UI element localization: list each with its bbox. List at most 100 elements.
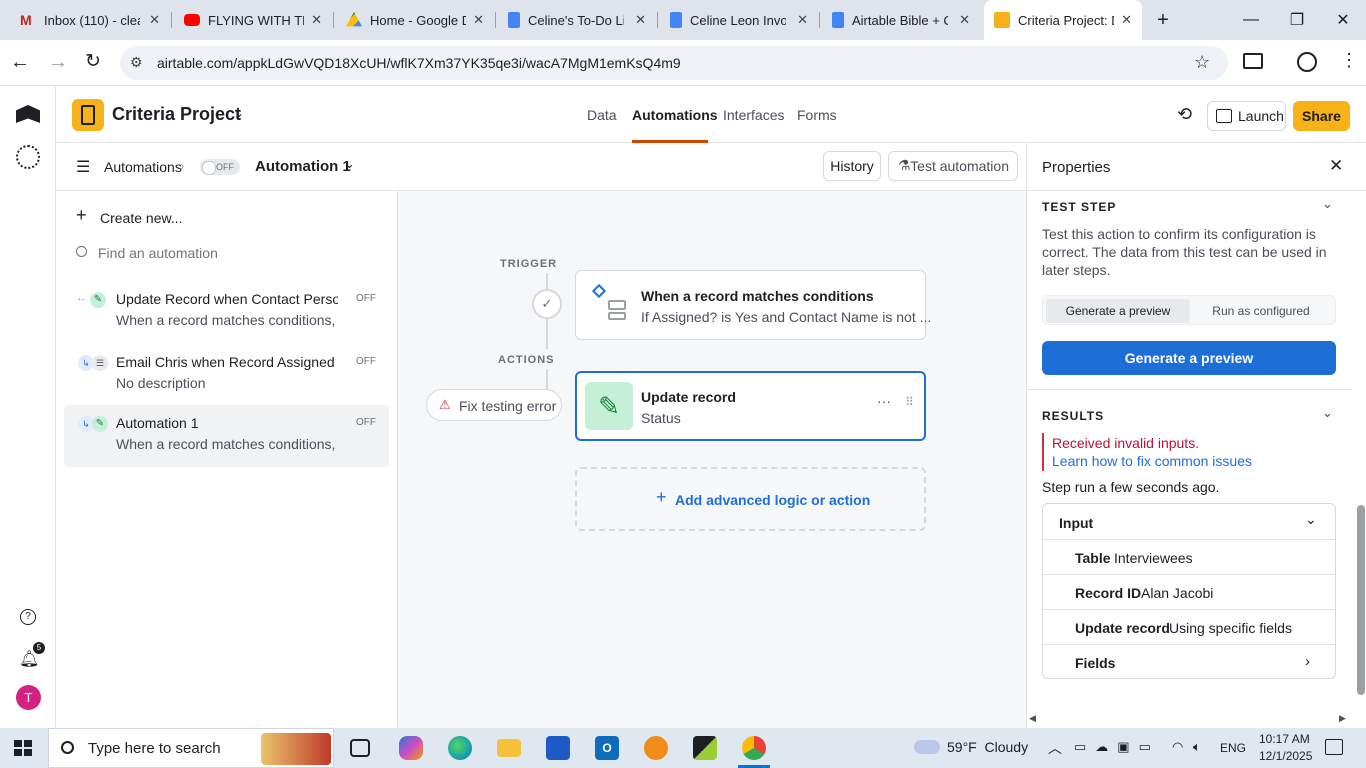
menu-dots-icon[interactable]: ⋮ [1340, 50, 1358, 71]
generate-preview-option[interactable]: Generate a preview [1046, 299, 1190, 323]
tray-icons[interactable]: ▭☁▣▭ [1074, 739, 1160, 755]
clock-date[interactable]: 12/1/2025 [1259, 749, 1312, 763]
input-row-update-record: Update record Using specific fields [1043, 609, 1335, 644]
close-icon[interactable]: ✕ [149, 12, 160, 28]
list-item[interactable]: ↳ ✎ Automation 1 When a record matches c… [64, 405, 389, 467]
add-advanced-logic-button[interactable]: + Add advanced logic or action [575, 467, 926, 531]
tab-title: Inbox (110) - clea [44, 12, 140, 28]
history-clock-icon[interactable]: ⟲ [1177, 104, 1192, 125]
tab-forms[interactable]: Forms [797, 107, 837, 123]
browser-tab-gmail[interactable]: M Inbox (110) - clea ✕ [0, 0, 170, 40]
hamburger-menu-icon[interactable]: ☰ [76, 157, 90, 177]
browser-tab-youtube[interactable]: FLYING WITH THE ✕ [172, 0, 332, 40]
chevron-down-icon[interactable]: ⌄ [1305, 511, 1317, 528]
drag-handle-icon[interactable]: ⠿ [905, 395, 914, 409]
create-new-button[interactable]: Create new... [100, 210, 183, 226]
list-item[interactable]: ↳ ☰ Email Chris when Record Assigned C..… [64, 344, 389, 406]
generate-preview-button[interactable]: Generate a preview [1042, 341, 1336, 375]
list-item[interactable]: ·· ✎ Update Record when Contact Person..… [64, 281, 389, 343]
browser-tab-airtable-bible[interactable]: Airtable Bible + C ✕ [820, 0, 980, 40]
launch-label: Launch [1238, 108, 1284, 124]
clock-time[interactable]: 10:17 AM [1259, 732, 1310, 746]
vpn-icon[interactable] [644, 736, 668, 760]
action-card-update-record[interactable]: ✎ Update record Status ··· ⠿ [575, 371, 926, 441]
file-explorer-icon[interactable] [497, 739, 521, 757]
weather-status[interactable]: 59°F Cloudy [947, 739, 1028, 755]
base-icon[interactable] [72, 99, 104, 131]
sticky-notes-icon[interactable] [693, 736, 717, 760]
back-icon[interactable]: ← [10, 51, 30, 74]
wifi-icon[interactable]: ◠ [1172, 739, 1183, 755]
profile-icon[interactable] [1297, 52, 1317, 72]
close-icon[interactable]: ✕ [635, 12, 646, 28]
edge-icon[interactable] [448, 736, 472, 760]
windows-start-icon[interactable] [14, 740, 32, 756]
task-view-icon[interactable] [350, 739, 370, 757]
close-icon[interactable]: ✕ [473, 12, 484, 28]
chevron-down-icon[interactable]: ⌄ [344, 156, 355, 172]
browser-tab-criteria-project[interactable]: Criteria Project: D ✕ [984, 0, 1142, 40]
browser-tab-invoice-doc[interactable]: Celine Leon Invo ✕ [658, 0, 818, 40]
trigger-card[interactable]: When a record matches conditions If Assi… [575, 270, 931, 340]
omni-icon[interactable] [16, 145, 40, 169]
close-icon[interactable]: ✕ [959, 12, 970, 28]
section-divider [1027, 389, 1352, 390]
close-icon[interactable]: ✕ [797, 12, 808, 28]
maximize-button[interactable]: ❐ [1274, 0, 1320, 40]
tray-chevron-icon[interactable]: ︿ [1048, 738, 1062, 758]
outlook-icon[interactable]: O [595, 736, 619, 760]
test-automation-button[interactable]: ⚗ Test automation [888, 151, 1018, 181]
copilot-icon[interactable] [399, 736, 423, 760]
new-tab-button[interactable]: + [1140, 0, 1186, 40]
launch-icon [1216, 109, 1232, 123]
launch-button[interactable]: Launch [1207, 101, 1286, 131]
chevron-down-icon[interactable]: ⌄ [1322, 196, 1333, 212]
search-input[interactable] [98, 243, 368, 263]
help-icon[interactable]: ? [20, 609, 36, 625]
breadcrumb-automations[interactable]: Automations [104, 159, 182, 175]
bookmark-star-icon[interactable]: ☆ [1194, 52, 1210, 73]
close-icon[interactable]: ✕ [311, 12, 322, 28]
tab-interfaces[interactable]: Interfaces [723, 107, 784, 123]
browser-tab-google-drive[interactable]: Home - Google D ✕ [334, 0, 494, 40]
tab-automations[interactable]: Automations [632, 107, 718, 123]
input-language[interactable]: ENG [1220, 741, 1246, 755]
history-button[interactable]: History [823, 151, 881, 181]
volume-icon[interactable]: 🔈︎ [1193, 739, 1201, 755]
cast-icon[interactable] [1243, 53, 1263, 69]
taskbar-search-box[interactable]: Type here to search [48, 728, 334, 768]
chevron-down-icon[interactable]: ⌄ [1322, 405, 1333, 421]
scroll-left-icon[interactable]: ◀ [1029, 713, 1036, 724]
plus-icon[interactable]: + [76, 205, 87, 226]
forward-icon[interactable]: → [48, 51, 68, 74]
address-bar[interactable]: ⚙ airtable.com/appkLdGwVQD18XcUH/wflK7Xm… [120, 46, 1228, 80]
microsoft-store-icon[interactable] [546, 736, 570, 760]
close-icon[interactable]: ✕ [1329, 156, 1343, 176]
fix-testing-error-button[interactable]: ⚠ Fix testing error [426, 389, 562, 421]
chrome-icon[interactable] [742, 736, 766, 760]
share-button[interactable]: Share [1293, 101, 1350, 131]
url-text[interactable]: airtable.com/appkLdGwVQD18XcUH/wflK7Xm37… [157, 55, 681, 71]
close-icon[interactable]: ✕ [1121, 12, 1132, 28]
run-as-configured-option[interactable]: Run as configured [1189, 299, 1333, 323]
trigger-condition-icon [591, 283, 626, 320]
input-row-fields[interactable]: Fields › [1043, 644, 1335, 679]
scrollbar[interactable] [1357, 505, 1365, 695]
more-options-icon[interactable]: ··· [877, 393, 891, 409]
window-close-button[interactable]: ✕ [1320, 0, 1366, 40]
scroll-right-icon[interactable]: ▶ [1339, 713, 1346, 724]
input-heading[interactable]: Input [1059, 515, 1093, 531]
chevron-down-icon[interactable]: ⌄ [234, 106, 244, 120]
automation-toggle[interactable]: OFF [200, 159, 240, 175]
reload-icon[interactable]: ↻ [85, 50, 101, 73]
notification-center-icon[interactable] [1325, 739, 1343, 755]
base-name[interactable]: Criteria Project [112, 104, 241, 125]
tab-data[interactable]: Data [587, 107, 617, 123]
automation-name[interactable]: Automation 1 [255, 158, 351, 175]
avatar[interactable]: T [16, 685, 41, 710]
airtable-home-icon[interactable] [16, 105, 40, 123]
browser-tab-todo-doc[interactable]: Celine's To-Do Li ✕ [496, 0, 656, 40]
minimize-button[interactable]: — [1228, 0, 1274, 40]
help-link[interactable]: Learn how to fix common issues [1052, 452, 1252, 470]
site-settings-icon[interactable]: ⚙ [130, 54, 143, 71]
